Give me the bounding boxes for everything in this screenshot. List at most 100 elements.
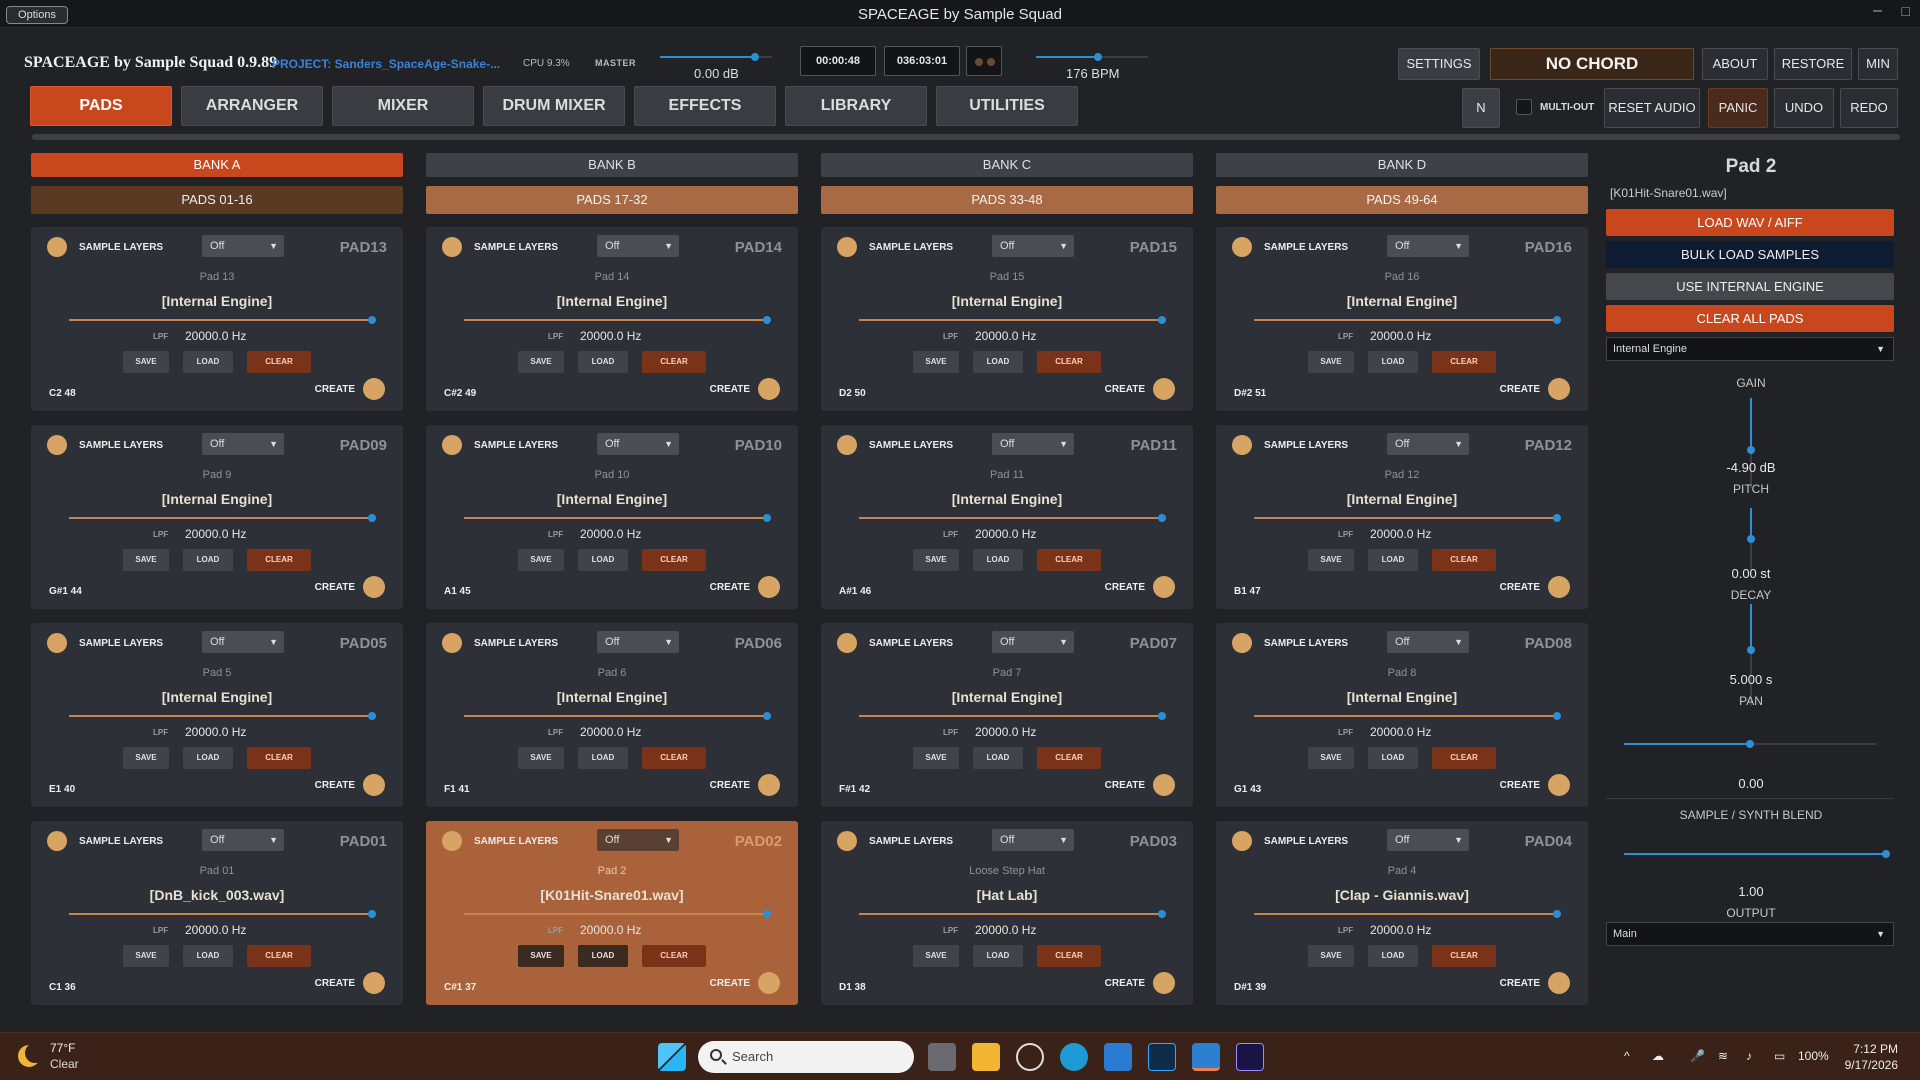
lpf-slider[interactable] [464,316,771,324]
lpf-slider[interactable] [69,712,376,720]
lpf-slider-knob[interactable] [1553,316,1561,324]
pad-card[interactable]: SAMPLE LAYERS Off ▼ PAD11 Pad 11 [Internal En… [821,425,1193,609]
layers-select[interactable]: Off ▼ [202,433,284,455]
save-button[interactable]: SAVE [518,351,564,373]
gain-slider-knob[interactable] [1747,446,1755,455]
engine-select[interactable]: Internal Engine ▼ [1606,337,1894,361]
lpf-slider-knob[interactable] [763,910,771,918]
save-button[interactable]: SAVE [123,747,169,769]
vscode-icon[interactable] [1104,1043,1132,1071]
pad-card[interactable]: SAMPLE LAYERS Off ▼ PAD04 Pad 4 [Clap - Giann… [1216,821,1588,1005]
layers-select[interactable]: Off ▼ [1387,235,1469,257]
lpf-slider-knob[interactable] [763,514,771,522]
taskbar-search[interactable]: Search [698,1041,914,1073]
pitch-slider-knob[interactable] [1747,535,1755,543]
tab-effects[interactable]: EFFECTS [634,86,776,126]
pad-card[interactable]: SAMPLE LAYERS Off ▼ PAD07 Pad 7 [Internal Eng… [821,623,1193,807]
save-button[interactable]: SAVE [1308,549,1354,571]
save-button[interactable]: SAVE [123,351,169,373]
pad-led-icon[interactable] [837,435,857,455]
pad-card[interactable]: SAMPLE LAYERS Off ▼ PAD02 Pad 2 [K01Hit-Snare… [426,821,798,1005]
spaceage-app-icon[interactable] [1192,1043,1220,1071]
lpf-slider[interactable] [1254,316,1561,324]
save-button[interactable]: SAVE [1308,747,1354,769]
save-button[interactable]: SAVE [518,747,564,769]
blend-slider[interactable] [1624,850,1890,858]
pad-led-icon[interactable] [442,831,462,851]
clear-button[interactable]: CLEAR [642,351,706,373]
save-button[interactable]: SAVE [913,351,959,373]
pad-card[interactable]: SAMPLE LAYERS Off ▼ PAD03 Loose Step Hat [Hat… [821,821,1193,1005]
reset-audio-button[interactable]: RESET AUDIO [1604,88,1700,128]
load-button[interactable]: LOAD [973,549,1023,571]
save-button[interactable]: SAVE [518,549,564,571]
load-button[interactable]: LOAD [1368,351,1418,373]
clear-all-pads-button[interactable]: CLEAR ALL PADS [1606,305,1894,332]
pad-led-icon[interactable] [837,633,857,653]
clear-button[interactable]: CLEAR [1432,351,1496,373]
pad-card[interactable]: SAMPLE LAYERS Off ▼ PAD16 Pad 16 [Internal En… [1216,227,1588,411]
pad-card[interactable]: SAMPLE LAYERS Off ▼ PAD06 Pad 6 [Internal Eng… [426,623,798,807]
clear-button[interactable]: CLEAR [642,549,706,571]
save-button[interactable]: SAVE [913,945,959,967]
layers-select[interactable]: Off ▼ [597,631,679,653]
wifi-icon[interactable]: ≋ [1718,1049,1728,1063]
lpf-slider[interactable] [1254,910,1561,918]
lpf-slider[interactable] [1254,514,1561,522]
lpf-slider[interactable] [464,910,771,918]
blend-slider-knob[interactable] [1882,850,1890,858]
load-button[interactable]: LOAD [183,945,233,967]
bank-a-button[interactable]: BANK A [31,153,403,177]
lpf-slider[interactable] [859,712,1166,720]
create-button[interactable] [363,378,385,400]
start-icon[interactable] [658,1043,686,1071]
lpf-slider-knob[interactable] [763,316,771,324]
speaker-icon[interactable]: ♪ [1746,1049,1752,1063]
create-button[interactable] [1548,378,1570,400]
task-view-icon[interactable] [928,1043,956,1071]
pan-slider[interactable] [1624,740,1876,748]
load-button[interactable]: LOAD [183,747,233,769]
chord-display[interactable]: NO CHORD [1490,48,1694,80]
pad-led-icon[interactable] [442,237,462,257]
lpf-slider[interactable] [1254,712,1561,720]
chatgpt-icon[interactable] [1016,1043,1044,1071]
layers-select[interactable]: Off ▼ [992,829,1074,851]
load-button[interactable]: LOAD [578,549,628,571]
save-button[interactable]: SAVE [518,945,564,967]
load-button[interactable]: LOAD [973,351,1023,373]
clear-button[interactable]: CLEAR [1037,945,1101,967]
pad-led-icon[interactable] [837,831,857,851]
lpf-slider-knob[interactable] [1158,316,1166,324]
clear-button[interactable]: CLEAR [247,945,311,967]
bpm-slider[interactable] [1036,53,1148,61]
tab-utilities[interactable]: UTILITIES [936,86,1078,126]
layers-select[interactable]: Off ▼ [597,433,679,455]
lpf-slider-knob[interactable] [1553,514,1561,522]
photoshop-icon[interactable] [1148,1043,1176,1071]
bank-c-button[interactable]: BANK C [821,153,1193,177]
master-slider[interactable] [660,53,772,61]
bank-b-button[interactable]: BANK B [426,153,798,177]
n-button[interactable]: N [1462,88,1500,128]
load-wav-button[interactable]: LOAD WAV / AIFF [1606,209,1894,236]
pad-led-icon[interactable] [442,633,462,653]
clear-button[interactable]: CLEAR [1432,549,1496,571]
lpf-slider-knob[interactable] [368,514,376,522]
maximize-icon[interactable]: □ [1902,3,1910,19]
clear-button[interactable]: CLEAR [1432,747,1496,769]
load-button[interactable]: LOAD [578,351,628,373]
panic-button[interactable]: PANIC [1708,88,1768,128]
clear-button[interactable]: CLEAR [1037,549,1101,571]
create-button[interactable] [1548,774,1570,796]
lpf-slider[interactable] [859,910,1166,918]
create-button[interactable] [1153,972,1175,994]
pad-led-icon[interactable] [47,831,67,851]
create-button[interactable] [1153,774,1175,796]
create-button[interactable] [758,576,780,598]
lpf-slider[interactable] [859,316,1166,324]
redo-button[interactable]: REDO [1840,88,1898,128]
load-button[interactable]: LOAD [973,747,1023,769]
layers-select[interactable]: Off ▼ [992,433,1074,455]
clear-button[interactable]: CLEAR [1037,747,1101,769]
